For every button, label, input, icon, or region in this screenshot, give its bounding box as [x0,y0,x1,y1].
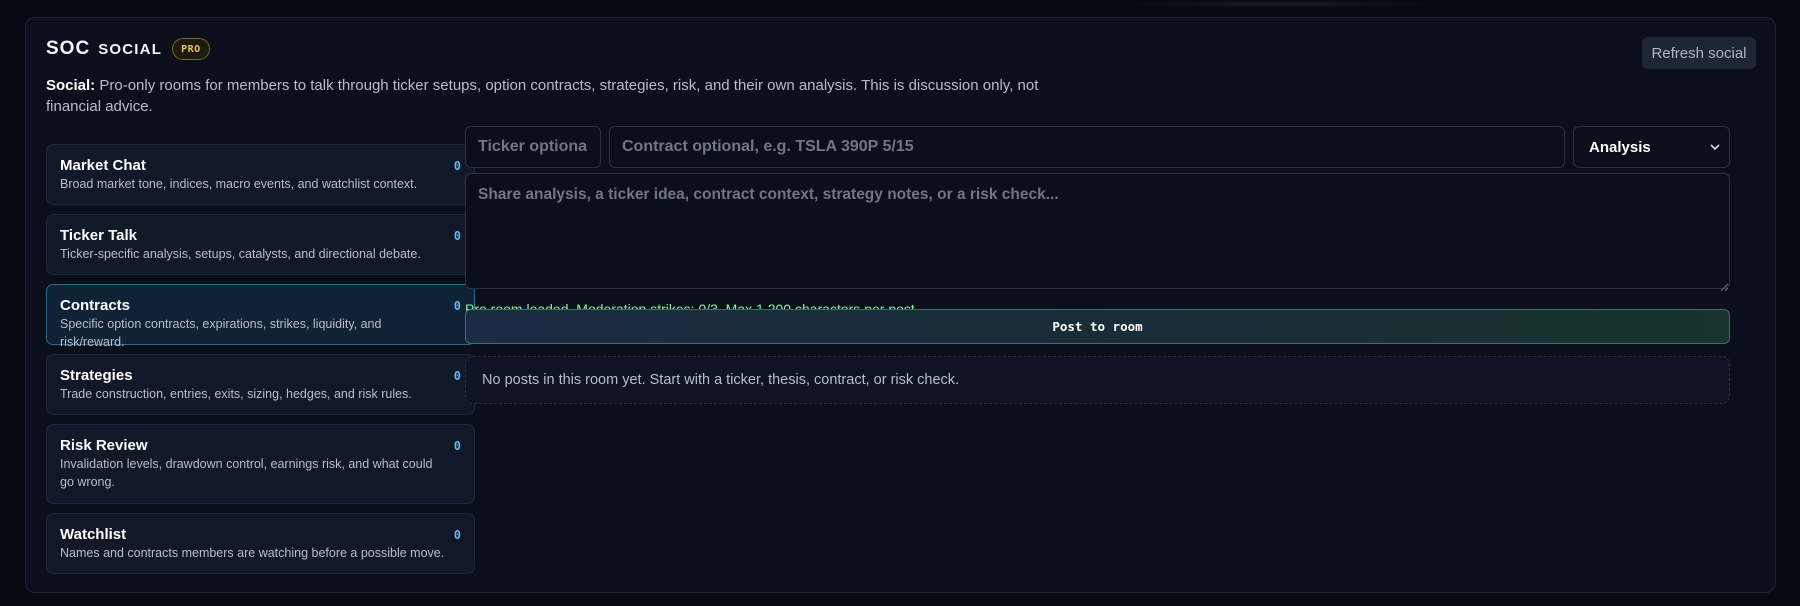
room-name: Risk Review [60,437,148,454]
room-name: Strategies [60,367,133,384]
post-type-value: Analysis [1589,138,1651,156]
room-name: Ticker Talk [60,227,137,244]
panel-header: SOC SOCIAL PRO [46,38,210,60]
room-name: Contracts [60,297,131,314]
room-post-count: 0 [453,299,461,313]
room-post-count: 0 [453,528,461,542]
post-type-select[interactable]: Analysis [1573,126,1730,168]
room-contracts[interactable]: Contracts Specific option contracts, exp… [46,284,475,349]
room-watchlist[interactable]: Watchlist Names and contracts members ar… [46,513,475,574]
room-list: Market Chat Broad market tone, indices, … [46,144,475,583]
empty-feed-state: No posts in this room yet. Start with a … [465,356,1730,404]
room-description: Ticker-specific analysis, setups, cataly… [60,247,421,261]
resize-handle-icon[interactable] [1720,279,1729,297]
pro-badge: PRO [172,38,210,60]
room-description: Invalidation levels, drawdown control, e… [60,457,433,489]
room-post-count: 0 [453,439,461,453]
room-description: Specific option contracts, expirations, … [60,317,382,349]
top-glow [1120,0,1440,8]
room-description: Broad market tone, indices, macro events… [60,177,418,191]
contract-input[interactable] [609,126,1565,168]
room-strategies[interactable]: Strategies Trade construction, entries, … [46,354,475,415]
refresh-social-button[interactable]: Refresh social [1642,37,1756,69]
post-to-room-button[interactable]: Post to room [465,309,1730,344]
ticker-input[interactable] [465,126,601,168]
room-name: Watchlist [60,526,127,543]
room-post-count: 0 [453,369,461,383]
room-risk-review[interactable]: Risk Review Invalidation levels, drawdow… [46,424,475,504]
message-textarea[interactable] [465,173,1730,289]
intro-text: Social: Pro-only rooms for members to ta… [46,75,1056,117]
room-name: Market Chat [60,157,146,174]
chevron-down-icon [1709,140,1721,159]
intro-description: Pro-only rooms for members to talk throu… [46,77,1039,115]
brand-label: SOC [46,38,91,59]
intro-label: Social: [46,77,96,94]
room-description: Names and contracts members are watching… [60,546,445,560]
room-post-count: 0 [453,229,461,243]
panel-title: SOCIAL [98,40,163,58]
room-post-count: 0 [453,159,461,173]
room-market-chat[interactable]: Market Chat Broad market tone, indices, … [46,144,475,205]
room-description: Trade construction, entries, exits, sizi… [60,387,412,401]
empty-feed-text: No posts in this room yet. Start with a … [482,372,960,388]
room-ticker-talk[interactable]: Ticker Talk Ticker-specific analysis, se… [46,214,475,275]
